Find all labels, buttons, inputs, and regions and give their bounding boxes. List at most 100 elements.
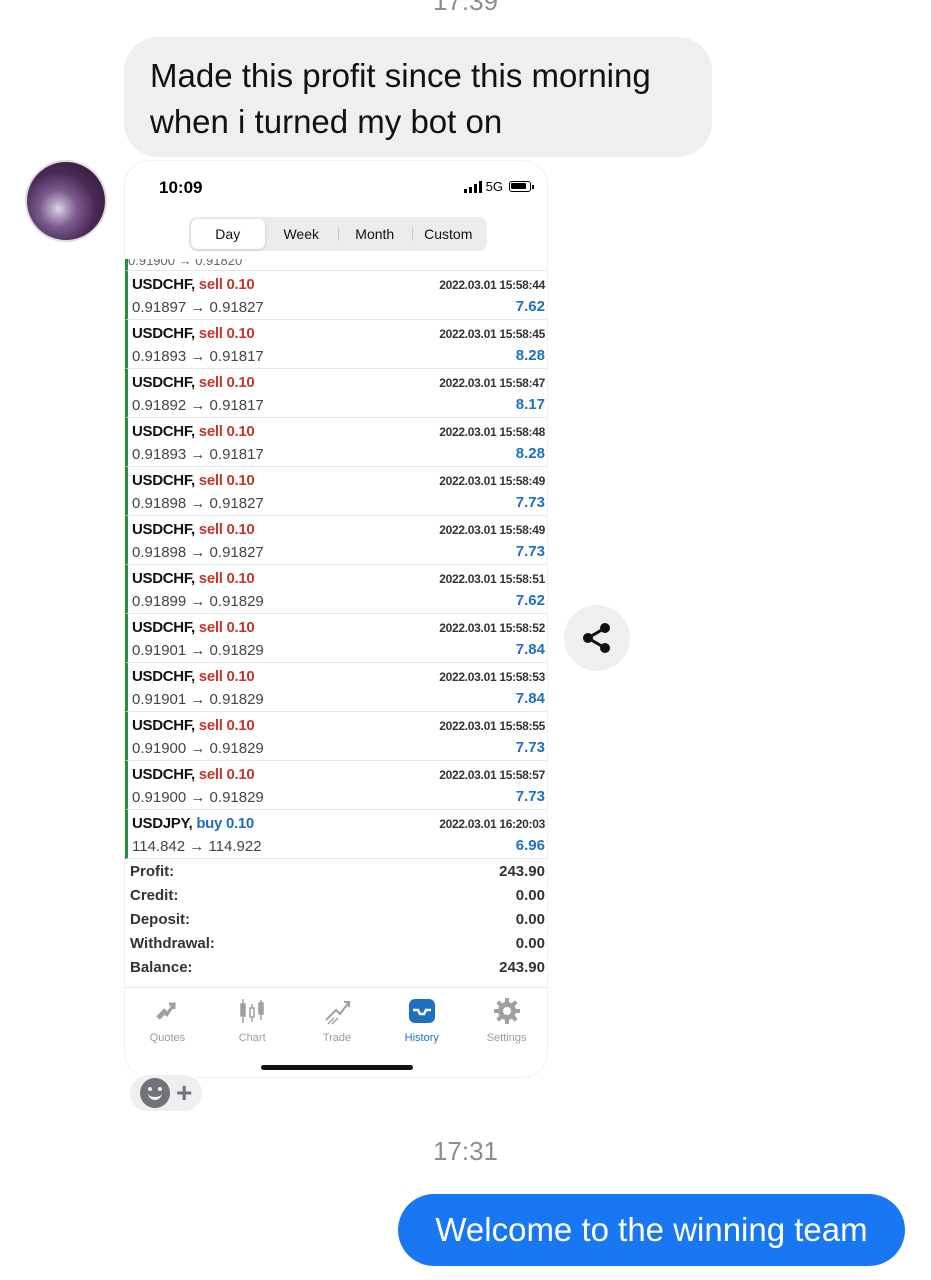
tab-history[interactable]: History [379, 988, 464, 1053]
partial-row: 0.91900 → 0.91820 [125, 259, 547, 271]
trade-direction: sell 0.10 [199, 521, 255, 538]
summary-row: Credit: 0.00 [130, 887, 545, 911]
symbol-text: USDJPY, [132, 815, 193, 832]
trade-row[interactable]: USDCHF, sell 0.10 0.91900 → 0.91829 2022.0… [125, 712, 547, 761]
trade-direction: sell 0.10 [199, 423, 255, 440]
tab-quotes[interactable]: Quotes [125, 988, 210, 1053]
trade-direction: sell 0.10 [199, 472, 255, 489]
tab-day[interactable]: Day [191, 219, 265, 249]
trade-direction: sell 0.10 [199, 668, 255, 685]
trade-symbol: USDCHF, sell 0.10 [132, 325, 255, 342]
direction-text: sell [198, 423, 223, 440]
direction-text: sell [198, 472, 223, 489]
lot-size: 0.10 [226, 766, 255, 783]
outgoing-message-bubble[interactable]: Welcome to the winning team [398, 1194, 905, 1266]
trade-profit: 7.84 [515, 641, 545, 658]
account-summary: Profit: 243.90 Credit: 0.00 Deposit: 0.00 With… [125, 863, 547, 983]
direction-text: sell [198, 521, 223, 538]
incoming-message-bubble[interactable]: Made this profit since this morning when… [124, 37, 712, 157]
trade-date: 2022.03.01 15:58:57 [439, 768, 545, 782]
trade-row[interactable]: USDCHF, sell 0.10 0.91899 → 0.91829 2022.0… [125, 565, 547, 614]
trade-row[interactable]: USDCHF, sell 0.10 0.91900 → 0.91829 2022.0… [125, 761, 547, 810]
trade-row[interactable]: USDCHF, sell 0.10 0.91898 → 0.91827 2022.0… [125, 516, 547, 565]
trade-symbol: USDJPY, buy 0.10 [132, 815, 254, 832]
trade-date: 2022.03.01 15:58:55 [439, 719, 545, 733]
trade-symbol: USDCHF, sell 0.10 [132, 766, 255, 783]
trade-row[interactable]: USDCHF, sell 0.10 0.91892 → 0.91817 2022.0… [125, 369, 547, 418]
trade-row[interactable]: USDJPY, buy 0.10 114.842 → 114.922 2022.03… [125, 810, 547, 859]
home-indicator [261, 1065, 413, 1070]
status-network: 5G [463, 179, 534, 194]
shared-screenshot[interactable]: 10:09 5G Day Week Month Custom 0.91900 →… [124, 160, 548, 1078]
trade-row[interactable]: USDCHF, sell 0.10 0.91898 → 0.91827 2022.0… [125, 467, 547, 516]
trade-date: 2022.03.01 15:58:49 [439, 474, 545, 488]
trade-profit: 7.73 [515, 788, 545, 805]
share-button[interactable] [564, 605, 630, 671]
lot-size: 0.10 [226, 374, 255, 391]
trade-direction: buy 0.10 [196, 815, 254, 832]
direction-text: sell [198, 570, 223, 587]
trade-date: 2022.03.01 15:58:49 [439, 523, 545, 537]
summary-value: 243.90 [499, 863, 545, 880]
tab-chart[interactable]: Chart [210, 988, 295, 1053]
trade-profit: 7.62 [515, 592, 545, 609]
trade-profit: 7.73 [515, 494, 545, 511]
trade-date: 2022.03.01 16:20:03 [439, 817, 545, 831]
trade-prices: 0.91898 → 0.91827 [132, 544, 264, 561]
chart-icon [240, 999, 264, 1023]
bottom-tab-bar: Quotes Chart Trade History Settings [125, 987, 547, 1053]
trade-prices: 0.91900 → 0.91829 [132, 740, 264, 757]
trade-row[interactable]: USDCHF, sell 0.10 0.91897 → 0.91827 2022.0… [125, 271, 547, 320]
trade-history-list: 0.91900 → 0.91820 USDCHF, sell 0.10 0.918… [125, 259, 547, 859]
lot-size: 0.10 [226, 325, 255, 342]
summary-value: 0.00 [515, 935, 545, 952]
tab-trade[interactable]: Trade [295, 988, 380, 1053]
trade-row[interactable]: USDCHF, sell 0.10 0.91901 → 0.91829 2022.0… [125, 614, 547, 663]
direction-text: sell [198, 619, 223, 636]
tab-settings[interactable]: Settings [464, 988, 547, 1053]
tab-label: History [404, 1032, 439, 1044]
trade-row[interactable]: USDCHF, sell 0.10 0.91901 → 0.91829 2022.0… [125, 663, 547, 712]
symbol-text: USDCHF, [132, 619, 195, 636]
trade-symbol: USDCHF, sell 0.10 [132, 374, 255, 391]
summary-row: Deposit: 0.00 [130, 911, 545, 935]
trade-direction: sell 0.10 [199, 766, 255, 783]
trade-row[interactable]: USDCHF, sell 0.10 0.91893 → 0.91817 2022.0… [125, 320, 547, 369]
tab-week[interactable]: Week [265, 219, 339, 249]
trade-date: 2022.03.01 15:58:51 [439, 572, 545, 586]
trade-profit: 6.96 [515, 837, 545, 854]
trade-symbol: USDCHF, sell 0.10 [132, 668, 255, 685]
tab-label: Settings [486, 1032, 527, 1044]
trade-prices: 0.91900 → 0.91829 [132, 789, 264, 806]
trade-profit: 7.62 [515, 298, 545, 315]
trade-prices: 0.91897 → 0.91827 [132, 299, 264, 316]
summary-label: Balance: [130, 959, 193, 976]
tab-month[interactable]: Month [338, 219, 412, 249]
trade-row[interactable]: USDCHF, sell 0.10 0.91893 → 0.91817 2022.0… [125, 418, 547, 467]
battery-icon [509, 181, 534, 192]
lot-size: 0.10 [226, 619, 255, 636]
tab-custom[interactable]: Custom [411, 219, 486, 249]
messenger-chat: 17:39 Made this profit since this mornin… [0, 0, 931, 1280]
trade-profit: 7.84 [515, 690, 545, 707]
add-reaction-button[interactable]: + [128, 1073, 204, 1113]
trade-symbol: USDCHF, sell 0.10 [132, 619, 255, 636]
trade-date: 2022.03.01 15:58:53 [439, 670, 545, 684]
trade-date: 2022.03.01 15:58:44 [439, 278, 545, 292]
symbol-text: USDCHF, [132, 325, 195, 342]
summary-label: Profit: [130, 863, 175, 880]
trade-date: 2022.03.01 15:58:52 [439, 621, 545, 635]
trade-symbol: USDCHF, sell 0.10 [132, 570, 255, 587]
share-icon [583, 623, 610, 653]
trade-icon [325, 1001, 350, 1025]
trade-symbol: USDCHF, sell 0.10 [132, 472, 255, 489]
trade-profit: 8.17 [515, 396, 545, 413]
trade-profit: 7.73 [515, 543, 545, 560]
status-time: 10:09 [159, 178, 203, 197]
trade-profit: 8.28 [515, 347, 545, 364]
symbol-text: USDCHF, [132, 570, 195, 587]
direction-text: sell [198, 766, 223, 783]
lot-size: 0.10 [225, 815, 254, 832]
settings-icon [493, 998, 520, 1024]
sender-avatar[interactable] [25, 160, 107, 242]
